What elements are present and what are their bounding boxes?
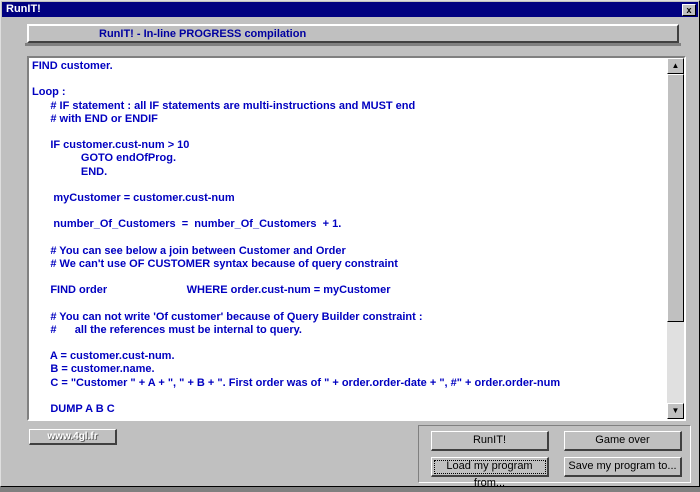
code-line: DUMP A B C (32, 402, 115, 415)
code-line: FIND order WHERE order.cust-num = myCust… (32, 284, 391, 297)
close-icon[interactable]: x (682, 4, 696, 16)
scroll-thumb[interactable] (667, 74, 684, 322)
code-line: GOTO endOfProg. (32, 152, 177, 165)
runit-window: RunIT! x RunIT! - In-line PROGRESS compi… (0, 0, 700, 489)
code-editor[interactable]: FIND customer. Loop : # IF statement : al… (27, 56, 686, 421)
code-line: B = customer.name. (32, 363, 155, 376)
code-line: # You can not write 'Of customer' becaus… (32, 310, 423, 323)
code-line: # We can't use OF CUSTOMER syntax becaus… (32, 257, 398, 270)
scroll-up-icon[interactable]: ▲ (667, 58, 684, 74)
game-over-button[interactable]: Game over (564, 431, 682, 451)
banner-title: RunIT! - In-line PROGRESS compilation (99, 28, 307, 40)
code-line: # with END or ENDIF (32, 112, 158, 125)
code-line: END. (32, 165, 108, 178)
code-line: # You can see below a join between Custo… (32, 244, 346, 257)
code-line: # IF statement : all IF statements are m… (32, 99, 416, 112)
code-line: myCustomer = customer.cust-num (32, 191, 235, 204)
button-panel: RunIT! Game over Load my program from...… (418, 425, 691, 489)
banner-shadow (25, 43, 681, 46)
scroll-down-icon[interactable]: ▼ (667, 403, 684, 419)
save-program-button[interactable]: Save my program to... (564, 457, 682, 477)
window-title: RunIT! (6, 3, 41, 15)
code-line: # all the references must be internal to… (32, 323, 302, 336)
load-program-button[interactable]: Load my program from... (431, 457, 549, 489)
runit-button[interactable]: RunIT! (431, 431, 549, 451)
code-line: A = customer.cust-num. (32, 350, 175, 363)
logo: www.4gl.fr (29, 429, 117, 445)
code-text-area[interactable]: FIND customer. Loop : # IF statement : al… (29, 58, 667, 419)
code-line: Loop : (32, 86, 66, 99)
code-line: C = "Customer " + A + ", " + B + ". Firs… (32, 376, 561, 389)
code-line: IF customer.cust-num > 10 (32, 139, 190, 152)
vertical-scrollbar[interactable]: ▲ ▼ (667, 58, 684, 419)
title-bar[interactable]: RunIT! x (2, 2, 698, 17)
banner: RunIT! - In-line PROGRESS compilation (27, 24, 679, 43)
code-line: number_Of_Customers = number_Of_Customer… (32, 218, 342, 231)
code-line: FIND customer. (32, 60, 113, 72)
